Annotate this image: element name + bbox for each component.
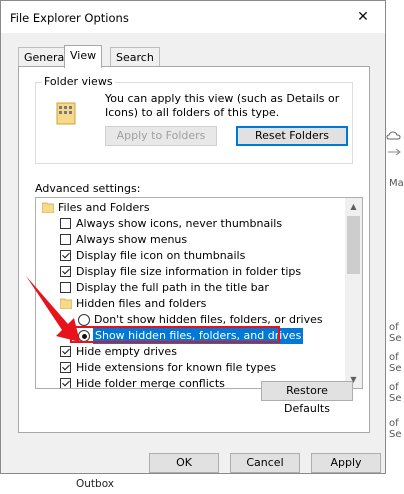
cloud-icon	[386, 131, 401, 140]
list-item-label: Display file size information in folder …	[76, 265, 302, 278]
advanced-settings-label: Advanced settings:	[35, 182, 141, 195]
apply-to-folders-button[interactable]: Apply to Folders	[105, 126, 217, 146]
bg-label-4: of Se	[389, 418, 402, 440]
list-item-label: Always show icons, never thumbnails	[76, 217, 283, 230]
list-item-label: Show hidden files, folders, and drives	[93, 328, 304, 344]
folder-icon	[42, 202, 54, 213]
list-item-label: Don't show hidden files, folders, or dri…	[94, 313, 323, 326]
bg-label-1: of Se	[389, 322, 402, 344]
folder-views-label: Folder views	[42, 75, 115, 88]
restore-defaults-button[interactable]: Restore Defaults	[261, 381, 353, 415]
reset-folders-button[interactable]: Reset Folders	[236, 126, 348, 146]
view-tab-panel: Folder views You can apply this view (su…	[18, 66, 370, 433]
tab-view[interactable]: View	[64, 45, 103, 68]
list-item-label: Always show menus	[76, 233, 188, 246]
ok-button[interactable]: OK	[149, 453, 219, 473]
checkbox[interactable]	[60, 218, 71, 229]
scrollbar-thumb[interactable]	[347, 216, 360, 274]
outbox-folder-label[interactable]: Outbox	[76, 478, 114, 490]
checkbox[interactable]	[60, 378, 71, 388]
bg-label-2: of Se	[389, 352, 402, 374]
list-item-label: Hide folder merge conflicts	[76, 377, 225, 389]
checkbox[interactable]	[60, 234, 71, 245]
list-item-label: Hide extensions for known file types	[76, 361, 277, 374]
tab-search[interactable]: Search	[110, 47, 160, 67]
close-button[interactable]: ✕	[341, 1, 385, 33]
checkbox[interactable]	[60, 346, 71, 357]
checkbox[interactable]	[60, 250, 71, 261]
list-item-label: Hide empty drives	[76, 345, 177, 358]
scroll-up-arrow-icon[interactable]: ▲	[345, 198, 362, 215]
bg-label-3: of Se	[389, 382, 402, 404]
list-item-label: Display the full path in the title bar	[76, 281, 269, 294]
cancel-button[interactable]: Cancel	[230, 453, 300, 473]
apply-button[interactable]: Apply	[311, 453, 381, 473]
checkbox[interactable]	[60, 362, 71, 373]
list-item-label: Files and Folders	[58, 201, 150, 214]
file-explorer-options-dialog: File Explorer Options ✕ General View Sea…	[0, 0, 386, 474]
window-title: File Explorer Options	[10, 11, 129, 25]
title-bar: File Explorer Options ✕	[1, 1, 385, 33]
vertical-scrollbar[interactable]: ▲ ▼	[345, 198, 362, 388]
folder-views-description: You can apply this view (such as Details…	[105, 92, 340, 119]
close-icon: ✕	[357, 9, 369, 25]
bg-label-0: Mai	[389, 178, 404, 189]
list-item-label: Hidden files and folders	[76, 297, 207, 310]
list-item-label: Display file icon on thumbnails	[76, 249, 246, 262]
cloud-sync-icon	[388, 148, 401, 156]
red-arrow-annotation	[26, 276, 80, 342]
folder-view-icon	[56, 102, 76, 125]
